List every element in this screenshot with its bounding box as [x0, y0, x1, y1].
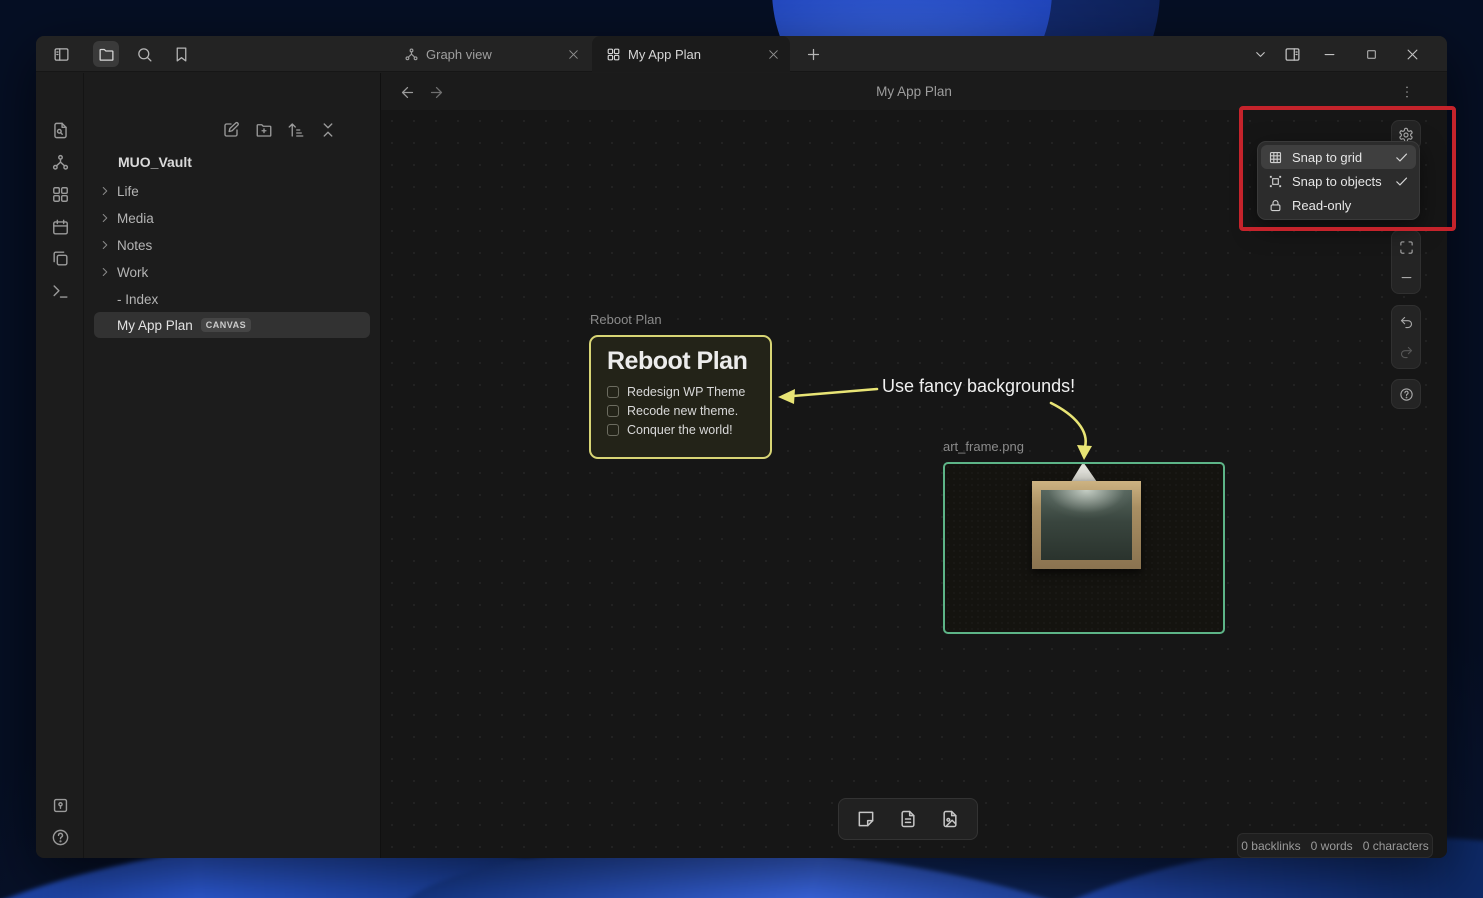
sidebar-item-work[interactable]: Work — [94, 259, 370, 285]
todo-item: Redesign WP Theme — [607, 385, 756, 399]
todo-label: Recode new theme. — [627, 404, 738, 418]
todo-label: Conquer the world! — [627, 423, 733, 437]
status-bar: 0 backlinks 0 words 0 characters — [1237, 833, 1433, 858]
annotation-text: Use fancy backgrounds! — [882, 376, 1075, 397]
close-window-icon[interactable] — [1398, 40, 1426, 68]
todo-label: Redesign WP Theme — [627, 385, 745, 399]
more-options-icon[interactable] — [1395, 80, 1419, 104]
highlight-rectangle — [1239, 106, 1456, 231]
todo-item: Conquer the world! — [607, 423, 756, 437]
tree-item-label: Life — [117, 184, 139, 199]
calendar-icon[interactable] — [48, 215, 72, 239]
graph-icon — [404, 47, 419, 62]
sidebar-toggle-icon[interactable] — [48, 41, 74, 67]
word-count: 0 words — [1311, 839, 1353, 853]
tree-item-label: Work — [117, 265, 148, 280]
card-node-label: Reboot Plan — [590, 312, 662, 327]
graph-icon[interactable] — [48, 150, 72, 174]
backlinks-count[interactable]: 0 backlinks — [1241, 839, 1300, 853]
left-ribbon — [36, 73, 84, 858]
templates-icon[interactable] — [48, 246, 72, 270]
close-icon[interactable] — [567, 48, 580, 61]
zoom-out-icon[interactable] — [1392, 262, 1420, 292]
zoom-panel — [1391, 230, 1421, 294]
character-count: 0 characters — [1363, 839, 1429, 853]
file-search-icon[interactable] — [48, 118, 72, 142]
help-icon[interactable] — [48, 825, 72, 849]
art-frame-image-card[interactable] — [943, 462, 1225, 634]
collapse-all-icon[interactable] — [316, 118, 340, 142]
chevron-right-icon — [98, 265, 114, 279]
add-note-icon[interactable] — [891, 802, 925, 836]
canvas-icon — [606, 47, 621, 62]
sort-icon[interactable] — [284, 118, 308, 142]
redo-icon[interactable] — [1392, 337, 1420, 367]
folder-icon[interactable] — [93, 41, 119, 67]
card-title: Reboot Plan — [607, 347, 756, 376]
tree-item-label: Media — [117, 211, 154, 226]
sidebar-item-media[interactable]: Media — [94, 205, 370, 231]
chevron-right-icon — [98, 238, 114, 252]
obsidian-window: Graph view My App Plan — [36, 36, 1447, 858]
sidebar-item-life[interactable]: Life — [94, 178, 370, 204]
checkbox[interactable] — [607, 386, 619, 398]
sidebar-item-index[interactable]: - Index — [94, 286, 370, 312]
chevron-right-icon — [98, 211, 114, 225]
add-card-icon[interactable] — [849, 802, 883, 836]
new-folder-icon[interactable] — [252, 118, 276, 142]
canvas-toolbar — [838, 798, 978, 840]
checkbox[interactable] — [607, 405, 619, 417]
tab-label: My App Plan — [628, 47, 701, 62]
checkbox[interactable] — [607, 424, 619, 436]
zoom-fit-icon[interactable] — [1392, 232, 1420, 262]
canvas-help-panel — [1391, 379, 1421, 409]
vault-title[interactable]: MUO_Vault — [118, 154, 192, 170]
file-explorer: MUO_Vault Life Media Notes Work - Index — [84, 73, 381, 858]
tree-item-label: Notes — [117, 238, 152, 253]
vault-icon[interactable] — [48, 793, 72, 817]
tab-list-chevron-down-icon[interactable] — [1246, 40, 1274, 68]
history-panel — [1391, 305, 1421, 369]
view-title: My App Plan — [381, 84, 1447, 99]
minimize-icon[interactable] — [1315, 40, 1343, 68]
image-node-label: art_frame.png — [943, 439, 1024, 454]
desktop-wallpaper: Graph view My App Plan — [0, 0, 1483, 898]
canvas-icon[interactable] — [48, 182, 72, 206]
new-tab-plus-icon[interactable] — [800, 41, 826, 67]
bookmark-icon[interactable] — [168, 41, 194, 67]
search-icon[interactable] — [131, 41, 157, 67]
new-note-icon[interactable] — [219, 118, 243, 142]
chevron-right-icon — [98, 184, 114, 198]
canvas-help-icon[interactable] — [1392, 380, 1420, 408]
picture-frame — [1032, 481, 1141, 569]
add-media-icon[interactable] — [933, 802, 967, 836]
view-header: My App Plan — [381, 73, 1447, 110]
right-sidebar-toggle-icon[interactable] — [1278, 40, 1306, 68]
reboot-plan-card[interactable]: Reboot Plan Redesign WP Theme Recode new… — [589, 335, 772, 459]
close-icon[interactable] — [767, 48, 780, 61]
titlebar: Graph view My App Plan — [36, 36, 1447, 72]
tree-item-label: My App Plan — [117, 318, 193, 333]
tab-graph-view[interactable]: Graph view — [390, 36, 590, 72]
sidebar-item-my-app-plan[interactable]: My App Plan CANVAS — [94, 312, 370, 338]
picture-frame-canvas — [1041, 490, 1132, 560]
sidebar-item-notes[interactable]: Notes — [94, 232, 370, 258]
terminal-icon[interactable] — [48, 279, 72, 303]
maximize-icon[interactable] — [1357, 40, 1385, 68]
todo-item: Recode new theme. — [607, 404, 756, 418]
gear-icon[interactable] — [48, 857, 72, 858]
tree-item-label: - Index — [117, 292, 158, 307]
canvas-badge: CANVAS — [201, 318, 251, 332]
tab-label: Graph view — [426, 47, 492, 62]
undo-icon[interactable] — [1392, 307, 1420, 337]
tab-my-app-plan[interactable]: My App Plan — [592, 36, 790, 72]
